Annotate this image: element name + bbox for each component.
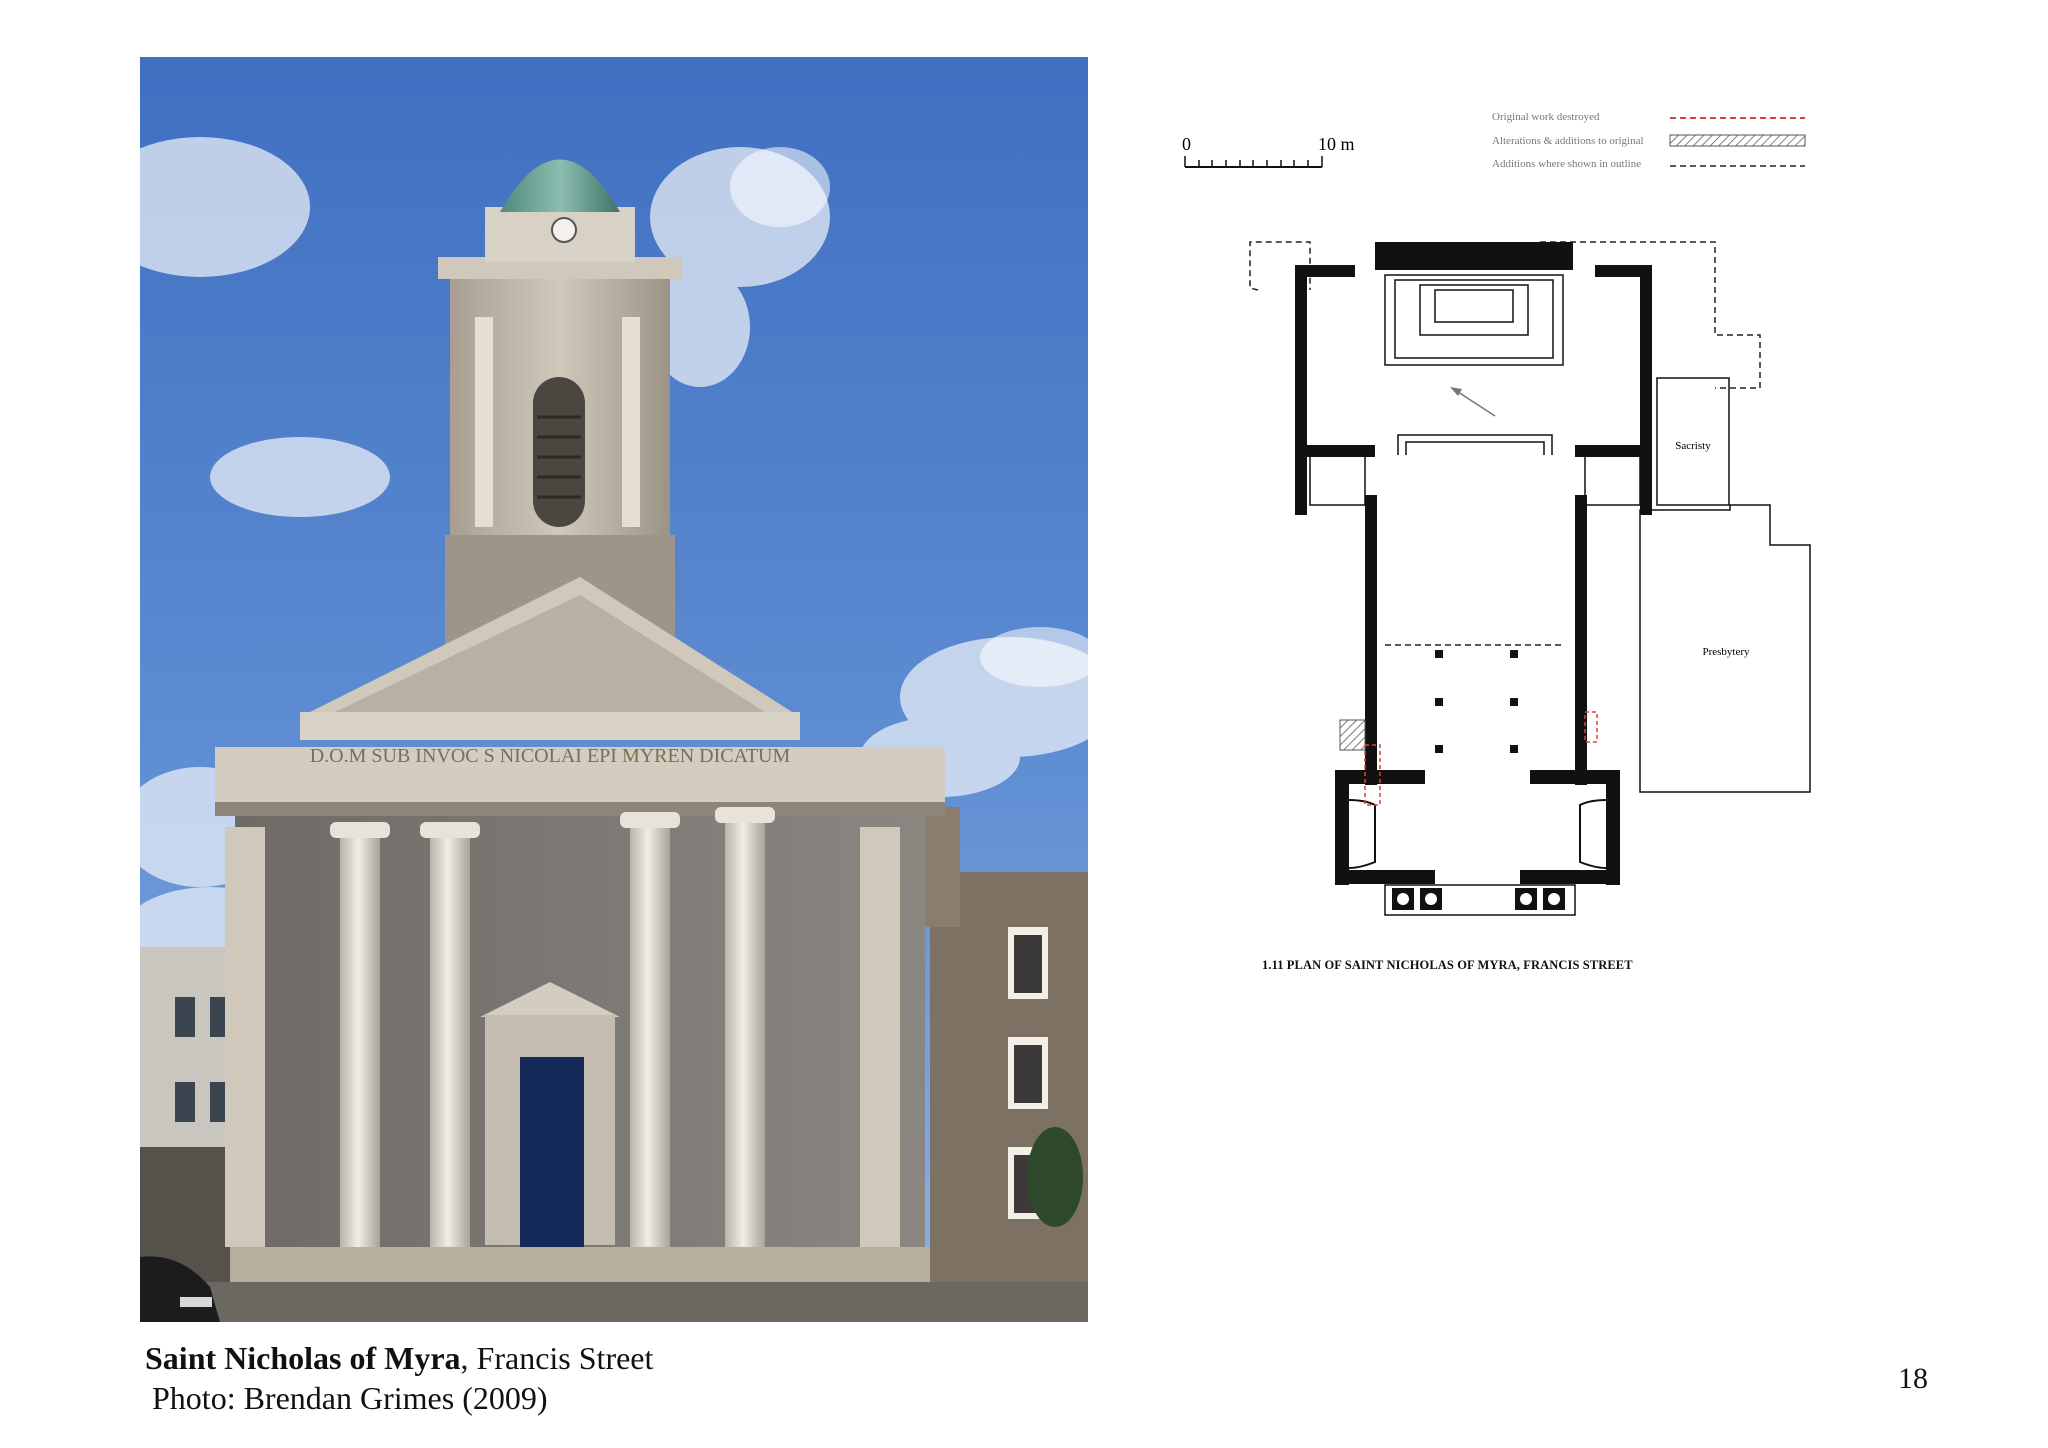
page-number: 18 (1898, 1362, 1928, 1395)
caption-title: Saint Nicholas of Myra (145, 1340, 461, 1376)
legend-alterations-label: Alterations & additions to original (1492, 135, 1644, 147)
pediment-inscription: D.O.M SUB INVOC S NICOLAI EPI MYREN DICA… (310, 745, 791, 767)
floor-plan: 0 10 m Original work destroyed Alteratio… (1170, 100, 1830, 1000)
caption-title-suffix: , Francis Street (460, 1340, 654, 1376)
room-label-presbytery: Presbytery (1702, 646, 1750, 658)
scale-start-label: 0 (1182, 134, 1191, 154)
scale-bar: 0 10 m (1182, 134, 1355, 168)
church-photo: D.O.M SUB INVOC S NICOLAI EPI MYREN DICA… (140, 57, 1088, 1322)
room-label-sacristy: Sacristy (1675, 440, 1711, 452)
plan-legend: Original work destroyed Alterations & ad… (1492, 111, 1644, 170)
scale-end-label: 10 m (1318, 134, 1355, 154)
legend-outline-label: Additions where shown in outline (1492, 158, 1641, 170)
photo-caption: Saint Nicholas of Myra, Francis Street P… (145, 1338, 653, 1418)
caption-credit: Photo: Brendan Grimes (2009) (152, 1380, 548, 1416)
plan-caption: 1.11 PLAN OF SAINT NICHOLAS OF MYRA, FRA… (1262, 958, 1633, 972)
legend-destroyed-label: Original work destroyed (1492, 111, 1600, 123)
